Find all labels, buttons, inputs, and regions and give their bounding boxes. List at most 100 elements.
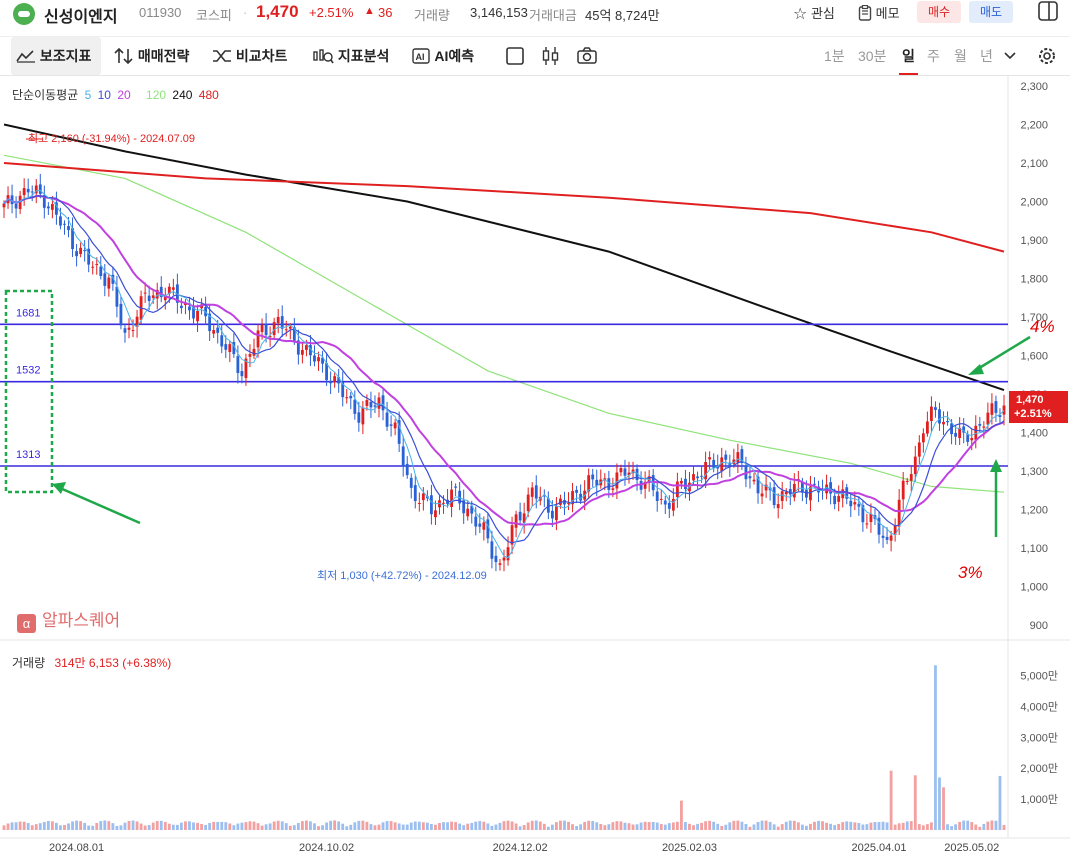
analysis-button[interactable]: 지표분석 xyxy=(312,37,389,75)
sell-button[interactable]: 매도 xyxy=(969,1,1013,23)
candle-body xyxy=(280,316,284,329)
settings-gear-icon[interactable] xyxy=(1036,45,1058,67)
price-tick-label: 2,200 xyxy=(1020,120,1048,132)
candle-body xyxy=(881,535,885,538)
candle-body xyxy=(853,502,857,505)
candle-body xyxy=(167,286,171,294)
volume-bar xyxy=(740,821,744,830)
ma10-label: 10 xyxy=(97,88,111,102)
candle-body xyxy=(466,508,470,517)
volume-bar xyxy=(704,821,708,830)
volume-bar xyxy=(63,824,66,830)
volume-bar xyxy=(373,825,377,830)
candle-body xyxy=(559,498,562,505)
volume-bar xyxy=(514,823,518,830)
volume-bar xyxy=(917,824,921,830)
candle-body xyxy=(889,535,893,541)
volume-bar xyxy=(83,822,87,830)
candle-icon[interactable] xyxy=(541,46,561,66)
ma240-label: 240 xyxy=(172,88,193,102)
volume-bar xyxy=(127,820,131,830)
drawing-box-icon[interactable] xyxy=(505,46,525,66)
chevron-down-icon[interactable] xyxy=(1004,51,1016,61)
candle-body xyxy=(809,486,812,501)
watch-button[interactable]: ☆ 관심 xyxy=(793,3,835,24)
candle-body xyxy=(107,277,111,289)
volume-bar xyxy=(30,825,34,830)
volume-bar xyxy=(385,821,389,830)
volume-bar xyxy=(857,823,861,830)
candle-body xyxy=(917,442,921,457)
price-tick-label: 1,400 xyxy=(1020,428,1048,440)
price-tick-label: 1,000 xyxy=(1020,582,1048,594)
volume-bar xyxy=(764,820,768,830)
candle-body xyxy=(788,488,792,495)
candle-body xyxy=(805,489,808,498)
volume-bar xyxy=(905,821,909,830)
volume-bar xyxy=(546,826,550,830)
volume-bar xyxy=(490,825,494,830)
volume-bar xyxy=(389,821,393,830)
memo-button[interactable]: 메모 xyxy=(858,3,900,22)
volume-bar xyxy=(772,824,776,830)
volume-tick-label: 2,000만 xyxy=(1020,762,1058,775)
candle-body xyxy=(163,296,167,301)
volume-bar xyxy=(159,820,163,830)
candle-body xyxy=(369,401,373,408)
volume-bar xyxy=(784,821,788,830)
volume-bar xyxy=(393,822,397,830)
candle-body xyxy=(244,358,248,379)
volume-bar xyxy=(377,824,381,830)
volume-bar xyxy=(192,822,195,830)
volume-bar xyxy=(752,824,756,830)
candle-body xyxy=(300,349,304,355)
compare-button[interactable]: 비교차트 xyxy=(212,37,287,75)
strategy-button[interactable]: 매매전략 xyxy=(114,37,189,75)
volume-bar xyxy=(538,821,542,830)
candle-body xyxy=(430,495,433,515)
volume-bar xyxy=(405,824,409,830)
candle-body xyxy=(667,502,671,509)
ma120-label: 120 xyxy=(146,88,167,102)
candle-body xyxy=(438,500,441,508)
period-1min[interactable]: 1분 xyxy=(824,37,845,75)
volume-bar xyxy=(55,822,58,830)
volume-bar xyxy=(71,821,74,830)
buy-button[interactable]: 매수 xyxy=(917,1,961,23)
camera-icon[interactable] xyxy=(576,46,598,66)
volume-bar xyxy=(10,822,14,830)
price-tick-label: 2,000 xyxy=(1020,197,1048,209)
candle-body xyxy=(998,415,1002,418)
period-week[interactable]: 주 xyxy=(927,37,940,75)
ma5-path xyxy=(3,189,1005,559)
volume-bar xyxy=(240,822,244,830)
volume-panel-label: 거래량 xyxy=(12,656,46,670)
high-annotation: 최고 2,160 (-31.94%) - 2024.07.09 xyxy=(28,132,195,145)
volume-bar xyxy=(555,822,558,830)
side-panel-icon[interactable] xyxy=(1037,0,1059,22)
volume-bar xyxy=(760,820,764,830)
volume-bar xyxy=(800,824,804,830)
price-chart[interactable]: 2,300 2,200 2,100 2,000 1,900 1,800 1,700 1,600… xyxy=(0,0,1070,863)
volume-bar xyxy=(119,825,123,830)
volume-bar xyxy=(220,821,224,830)
ai-predict-button[interactable]: AI AI예측 xyxy=(411,37,474,75)
candle-body xyxy=(321,357,324,364)
volume-bar xyxy=(692,825,695,830)
volume-bar xyxy=(647,822,651,830)
period-30min[interactable]: 30분 xyxy=(858,37,886,75)
volume-bar xyxy=(805,825,808,830)
volume-bar xyxy=(196,822,199,830)
period-day[interactable]: 일 xyxy=(899,37,918,75)
candle-body xyxy=(708,457,712,460)
candle-body xyxy=(99,266,103,277)
period-year[interactable]: 년 xyxy=(980,37,993,75)
period-month[interactable]: 월 xyxy=(954,37,967,75)
volume-bar xyxy=(869,822,873,830)
change-value: 36 xyxy=(378,5,393,20)
watch-label: 관심 xyxy=(810,6,835,21)
indicator-button[interactable]: 보조지표 xyxy=(11,37,101,75)
volume-bar xyxy=(639,822,643,830)
amount-value: 45억 8,724만 xyxy=(585,8,660,23)
volume-bar xyxy=(252,821,256,830)
